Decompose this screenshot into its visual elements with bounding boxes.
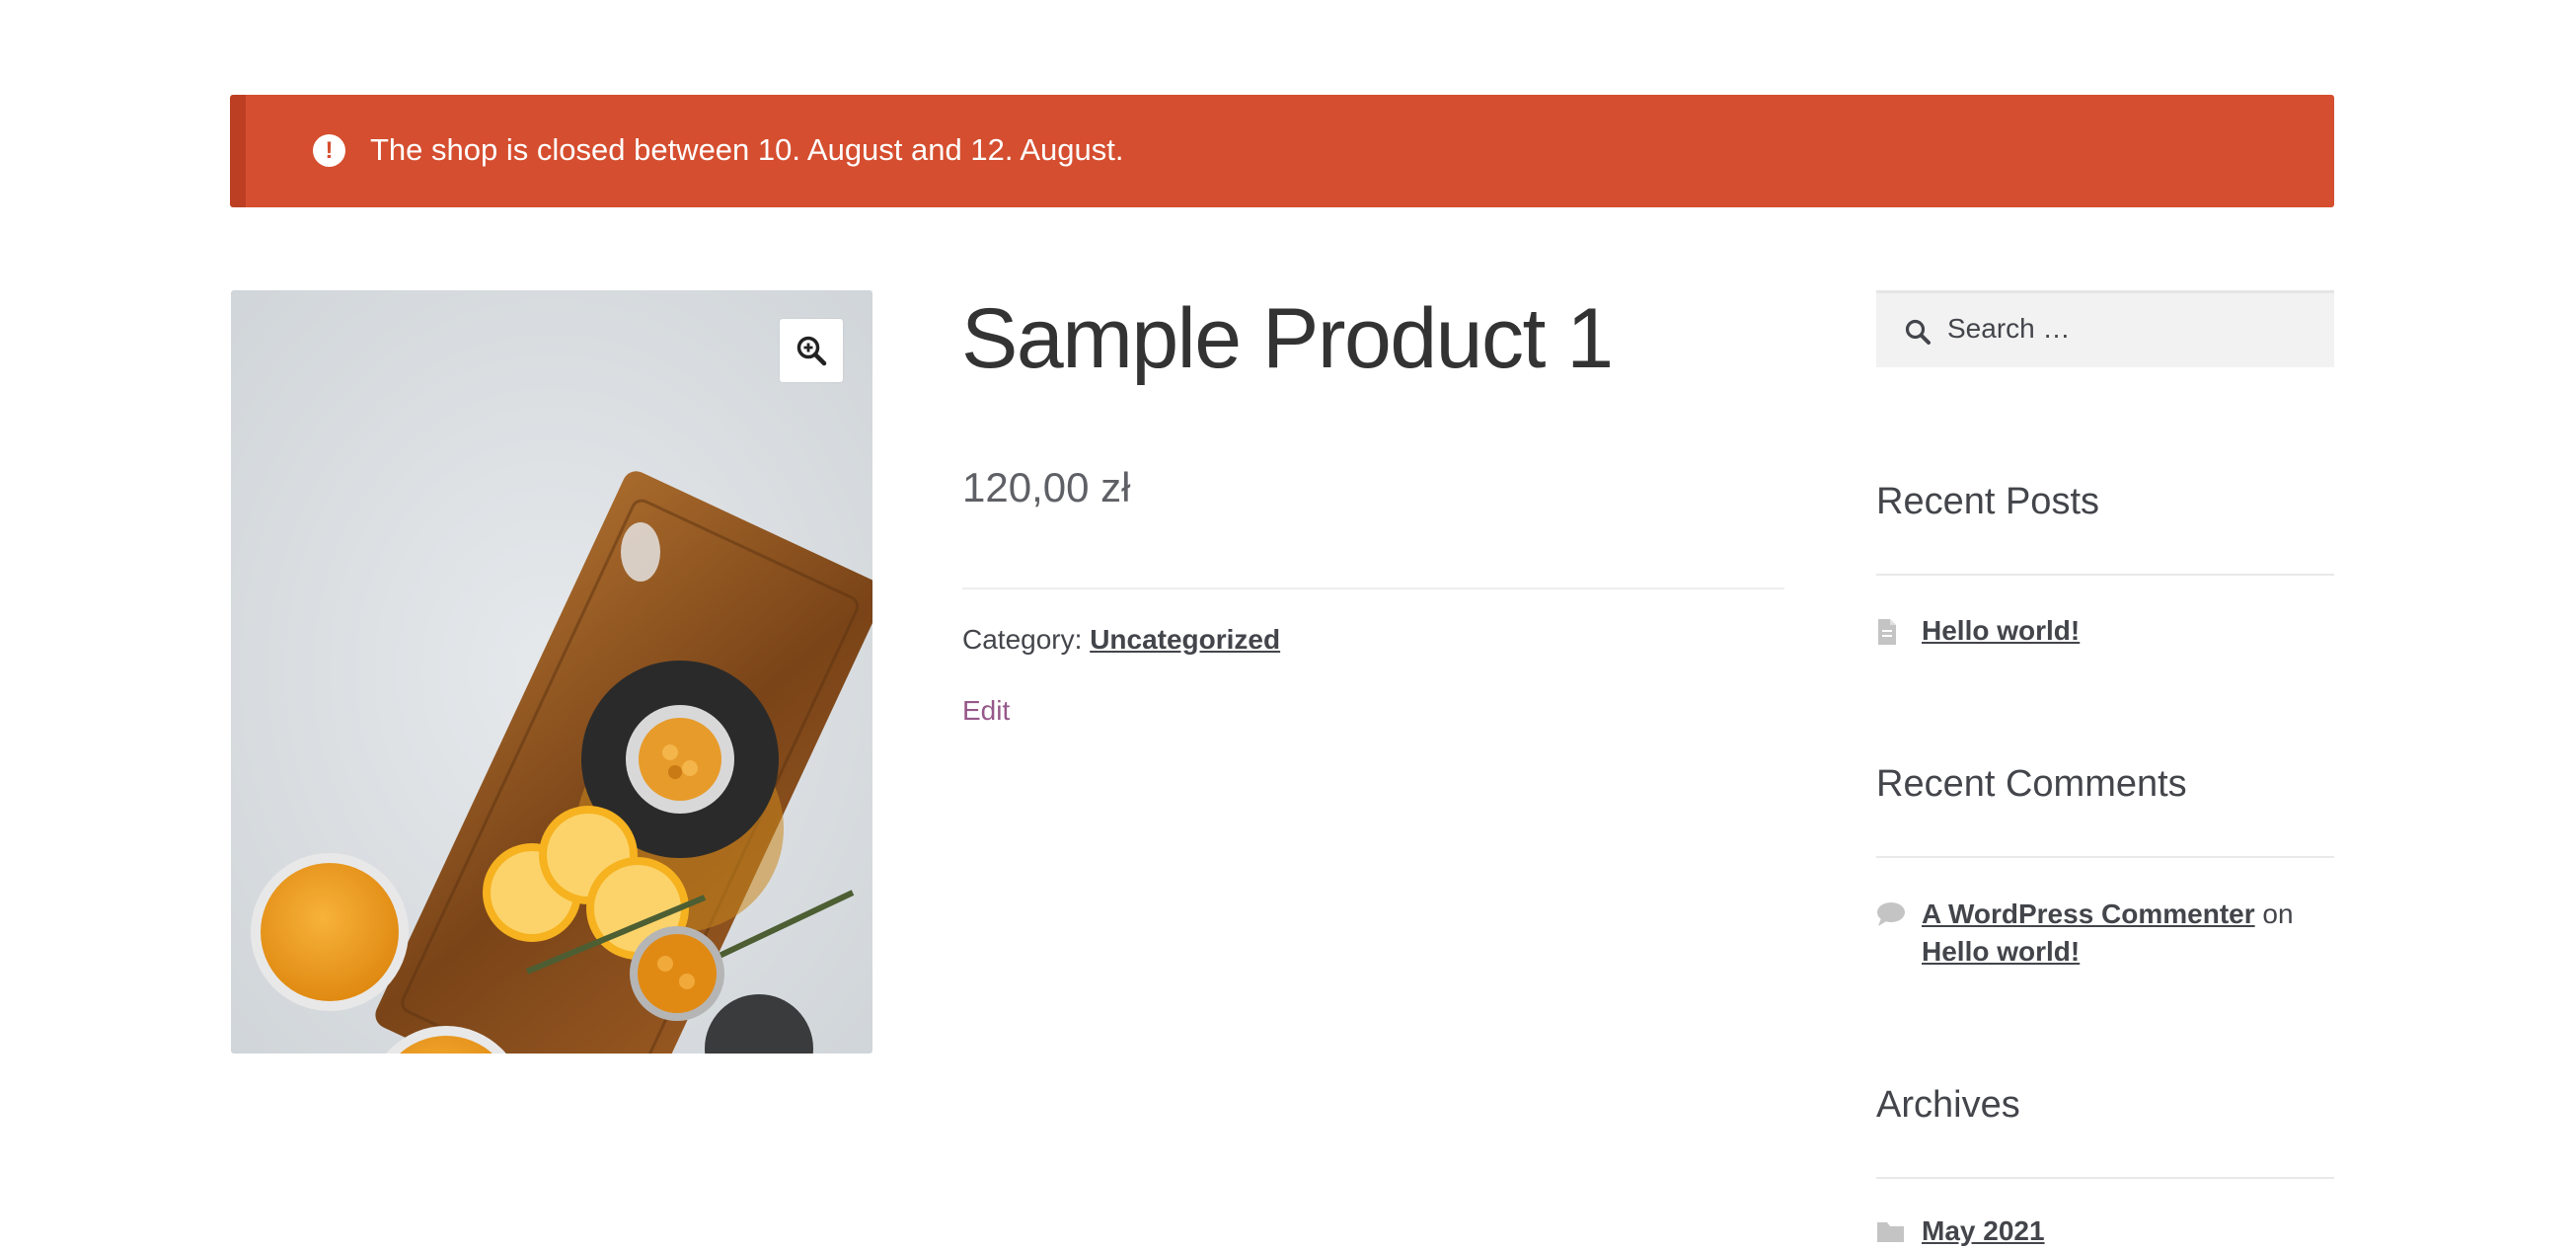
- recent-posts-divider: [1876, 574, 2334, 576]
- product-category-meta: Category: Uncategorized: [962, 620, 1280, 660]
- search-icon: [1905, 319, 1931, 345]
- category-label: Category:: [962, 624, 1083, 655]
- category-link[interactable]: Uncategorized: [1090, 624, 1280, 655]
- comment-connector: on: [2262, 898, 2294, 929]
- archives-title: Archives: [1876, 1084, 2020, 1126]
- recent-post-item: Hello world!: [1876, 612, 2334, 650]
- search-input[interactable]: [1947, 293, 2322, 364]
- edit-link[interactable]: Edit: [962, 691, 1010, 731]
- zoom-in-icon: [796, 336, 827, 366]
- comment-icon: [1877, 902, 1905, 926]
- exclamation-circle-icon: !: [313, 134, 345, 167]
- zoom-button[interactable]: [780, 319, 843, 382]
- product-title: Sample Product 1: [961, 291, 1614, 386]
- recent-comments-title: Recent Comments: [1876, 763, 2187, 805]
- archive-item: May 2021: [1876, 1212, 2334, 1250]
- recent-comment-item: A WordPress Commenter on Hello world!: [1876, 896, 2334, 971]
- archives-divider: [1876, 1177, 2334, 1179]
- product-price: 120,00 zł: [962, 464, 1131, 510]
- store-notice-banner: ! The shop is closed between 10. August …: [230, 95, 2334, 207]
- recent-posts-title: Recent Posts: [1876, 481, 2099, 522]
- recent-post-link[interactable]: Hello world!: [1922, 615, 2080, 646]
- comment-author-link[interactable]: A WordPress Commenter: [1922, 898, 2255, 929]
- comment-post-link[interactable]: Hello world!: [1922, 936, 2080, 967]
- document-icon: [1878, 619, 1896, 645]
- recent-comments-divider: [1876, 856, 2334, 858]
- folder-icon: [1877, 1222, 1904, 1242]
- archive-link[interactable]: May 2021: [1922, 1215, 2045, 1246]
- store-notice-text: The shop is closed between 10. August an…: [370, 132, 1124, 167]
- summary-divider: [962, 587, 1784, 589]
- search-form: [1876, 290, 2334, 367]
- product-image[interactable]: [231, 290, 872, 1054]
- product-photo: [231, 290, 872, 1054]
